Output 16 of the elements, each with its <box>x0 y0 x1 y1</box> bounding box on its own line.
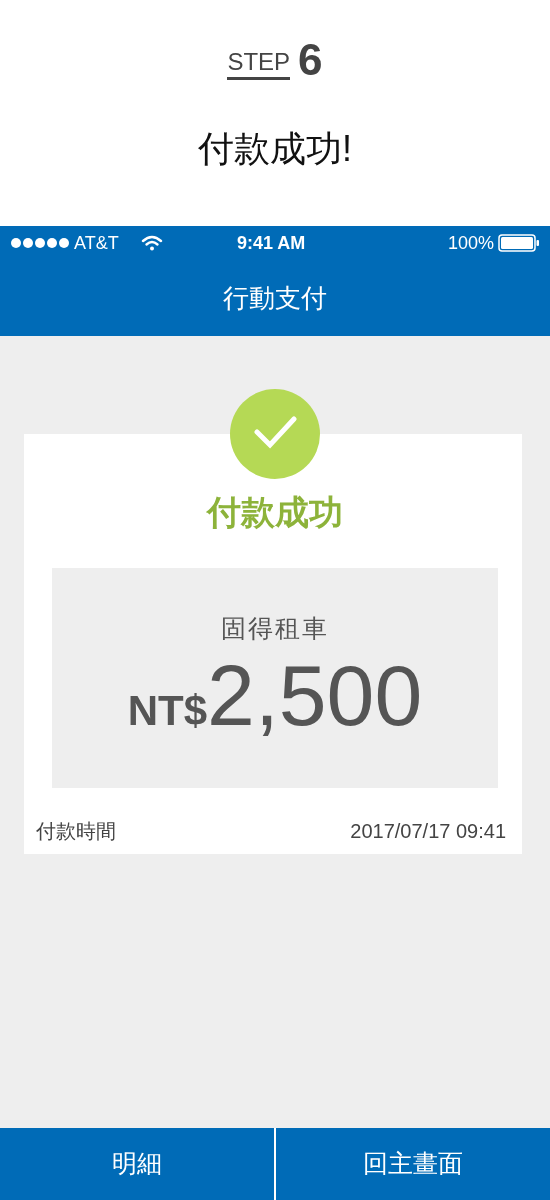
wifi-icon <box>140 235 163 251</box>
carrier-name: AT&T <box>74 231 119 255</box>
merchant-name: 固得租車 <box>221 613 329 644</box>
step-number: 6 <box>298 38 323 82</box>
step-label: STEP <box>227 50 291 80</box>
amount-value: 2,500 <box>207 651 423 738</box>
page-heading: 付款成功! <box>198 127 352 171</box>
currency-label: NT$ <box>127 686 208 734</box>
battery-icon <box>498 234 540 252</box>
clock-time: 9:41 AM <box>237 231 306 255</box>
time-label: 付款時間 <box>36 819 116 844</box>
battery-percent: 100% <box>447 231 494 255</box>
nav-title: 行動支付 <box>223 281 327 315</box>
signal-icon <box>10 237 70 249</box>
time-value: 2017/07/17 09:41 <box>350 819 506 844</box>
success-title: 付款成功 <box>207 492 343 533</box>
